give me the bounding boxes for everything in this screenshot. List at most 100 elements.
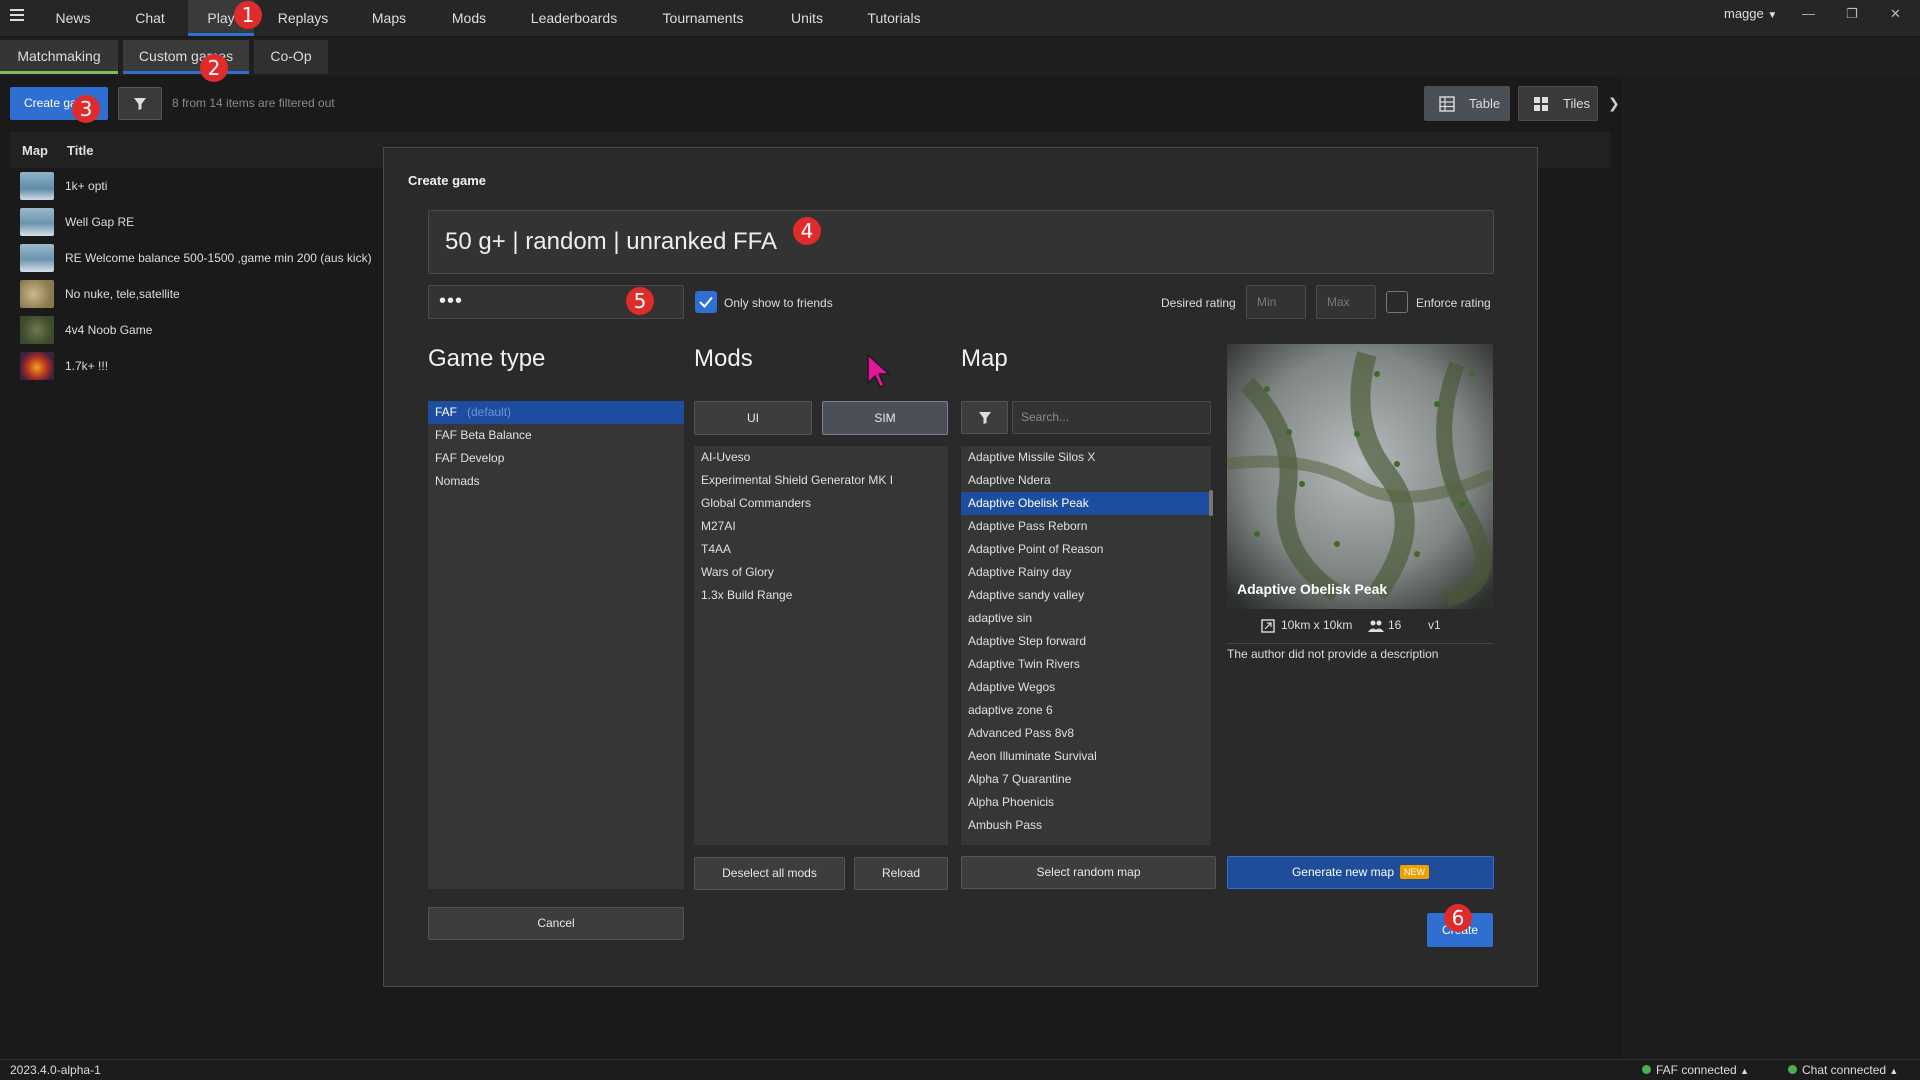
mods-ui-tab[interactable]: UI: [694, 401, 812, 435]
list-item[interactable]: Wars of Glory: [694, 561, 948, 584]
max-rating-input[interactable]: Max: [1316, 285, 1376, 319]
annotation-badge: 1: [234, 1, 262, 29]
list-item[interactable]: adaptive zone 6: [961, 699, 1211, 722]
tab-leaderboards[interactable]: Leaderboards: [520, 0, 628, 36]
subtab-custom-games[interactable]: Custom games: [123, 40, 249, 74]
list-item[interactable]: Adaptive Point of Reason: [961, 538, 1211, 561]
status-bar: 2023.4.0-alpha-1 FAF connected ▲ Chat co…: [0, 1059, 1920, 1080]
list-item[interactable]: adaptive sin: [961, 607, 1211, 630]
game-type-list: FAF (default) FAF Beta Balance FAF Develo…: [428, 401, 684, 889]
list-item[interactable]: Alpha Phoenicis: [961, 791, 1211, 814]
list-item[interactable]: Adaptive sandy valley: [961, 584, 1211, 607]
tiles-view-label: Tiles: [1563, 96, 1590, 111]
list-item[interactable]: Experimental Shield Generator MK I: [694, 469, 948, 492]
list-item[interactable]: Adaptive Pass Reborn: [961, 515, 1211, 538]
filter-icon: [134, 98, 146, 110]
list-item[interactable]: 1.3x Build Range: [694, 584, 948, 607]
chat-status[interactable]: Chat connected ▲: [1788, 1063, 1898, 1077]
list-item[interactable]: Nomads: [428, 470, 684, 493]
map-search-input[interactable]: Search...: [1012, 401, 1211, 434]
column-title[interactable]: Title: [67, 143, 94, 158]
list-item[interactable]: Aeon Illuminate Survival: [961, 745, 1211, 768]
min-rating-input[interactable]: Min: [1246, 285, 1306, 319]
minimize-icon[interactable]: —: [1802, 6, 1815, 21]
map-list-scrollbar[interactable]: [1209, 490, 1213, 516]
list-item[interactable]: Adaptive Missile Silos X: [961, 446, 1211, 469]
table-row[interactable]: RE Welcome balance 500-1500 ,game min 20…: [18, 242, 378, 276]
list-item[interactable]: Ambush Pass: [961, 814, 1211, 837]
game-detail-panel: [1622, 76, 1920, 1060]
list-item[interactable]: AI-Uveso: [694, 446, 948, 469]
list-item[interactable]: FAF Beta Balance: [428, 424, 684, 447]
annotation-badge: 4: [793, 217, 821, 245]
map-list: Adaptive Missile Silos X Adaptive Ndera …: [961, 446, 1211, 845]
filter-button[interactable]: [118, 87, 162, 120]
list-item[interactable]: Adaptive Ndera: [961, 469, 1211, 492]
table-row[interactable]: 1.7k+ !!!: [18, 350, 378, 384]
map-thumbnail: [20, 172, 54, 200]
chevron-right-icon[interactable]: ❯: [1608, 95, 1620, 112]
list-item[interactable]: Alpha 7 Quarantine: [961, 768, 1211, 791]
players-icon: [1368, 620, 1384, 632]
list-item[interactable]: Adaptive Twin Rivers: [961, 653, 1211, 676]
faf-status[interactable]: FAF connected ▲: [1642, 1063, 1749, 1077]
table-row[interactable]: 1k+ opti: [18, 170, 378, 204]
list-item[interactable]: T4AA: [694, 538, 948, 561]
subtab-matchmaking[interactable]: Matchmaking: [0, 40, 118, 74]
tab-tournaments[interactable]: Tournaments: [650, 0, 756, 36]
map-size-icon: [1261, 619, 1275, 633]
select-random-map-button[interactable]: Select random map: [961, 856, 1216, 889]
generate-map-button[interactable]: Generate new map NEW: [1227, 856, 1494, 889]
list-item[interactable]: M27AI: [694, 515, 948, 538]
only-friends-checkbox[interactable]: [695, 291, 717, 313]
map-thumbnail: [20, 244, 54, 272]
list-item[interactable]: FAF Develop: [428, 447, 684, 470]
tab-maps[interactable]: Maps: [360, 0, 418, 36]
enforce-rating-checkbox[interactable]: [1386, 291, 1408, 313]
divider: [1227, 643, 1493, 644]
restore-icon[interactable]: ❐: [1846, 6, 1858, 22]
user-menu[interactable]: magge ▼: [1724, 6, 1777, 21]
status-dot-icon: [1788, 1065, 1797, 1074]
tab-replays[interactable]: Replays: [268, 0, 338, 36]
annotation-badge: 2: [200, 54, 228, 82]
map-thumbnail: [20, 352, 54, 380]
list-item[interactable]: Adaptive Rainy day: [961, 561, 1211, 584]
list-item[interactable]: Adaptive Obelisk Peak: [961, 492, 1211, 515]
table-row[interactable]: 4v4 Noob Game: [18, 314, 378, 348]
map-filter-button[interactable]: [961, 401, 1008, 434]
tab-news[interactable]: News: [40, 0, 106, 36]
tab-tutorials[interactable]: Tutorials: [856, 0, 932, 36]
game-title: 4v4 Noob Game: [65, 323, 153, 337]
table-row[interactable]: Well Gap RE: [18, 206, 378, 240]
list-item[interactable]: Adaptive Step forward: [961, 630, 1211, 653]
default-tag: (default): [467, 405, 512, 419]
only-friends-label: Only show to friends: [724, 296, 833, 310]
tab-chat[interactable]: Chat: [120, 0, 180, 36]
tiles-view-button[interactable]: Tiles: [1518, 86, 1598, 121]
table-row[interactable]: No nuke, tele,satellite: [18, 278, 378, 312]
map-players-text: 16: [1388, 618, 1402, 632]
list-item[interactable]: Adaptive Wegos: [961, 676, 1211, 699]
deselect-all-mods-button[interactable]: Deselect all mods: [694, 857, 845, 890]
chevron-up-icon: ▲: [1889, 1066, 1899, 1076]
subtab-coop[interactable]: Co-Op: [254, 40, 328, 74]
list-item[interactable]: Advanced Pass 8v8: [961, 722, 1211, 745]
list-item[interactable]: FAF (default): [428, 401, 684, 424]
column-map[interactable]: Map: [22, 143, 48, 158]
desired-rating-label: Desired rating: [1161, 296, 1236, 310]
tab-mods[interactable]: Mods: [440, 0, 498, 36]
close-icon[interactable]: ✕: [1890, 6, 1901, 22]
tab-units[interactable]: Units: [780, 0, 834, 36]
reload-mods-button[interactable]: Reload: [854, 857, 948, 890]
mods-heading: Mods: [694, 345, 753, 372]
cancel-button[interactable]: Cancel: [428, 907, 684, 940]
list-item[interactable]: Global Commanders: [694, 492, 948, 515]
faf-status-text: FAF connected: [1656, 1063, 1737, 1077]
game-title-input[interactable]: 50 g+ | random | unranked FFA: [428, 210, 1494, 274]
mods-sim-tab[interactable]: SIM: [822, 401, 948, 435]
table-view-button[interactable]: Table: [1424, 86, 1510, 121]
map-size-info: 10km x 10km: [1261, 618, 1352, 633]
username: magge: [1724, 6, 1764, 21]
hamburger-menu-icon[interactable]: [10, 9, 24, 21]
